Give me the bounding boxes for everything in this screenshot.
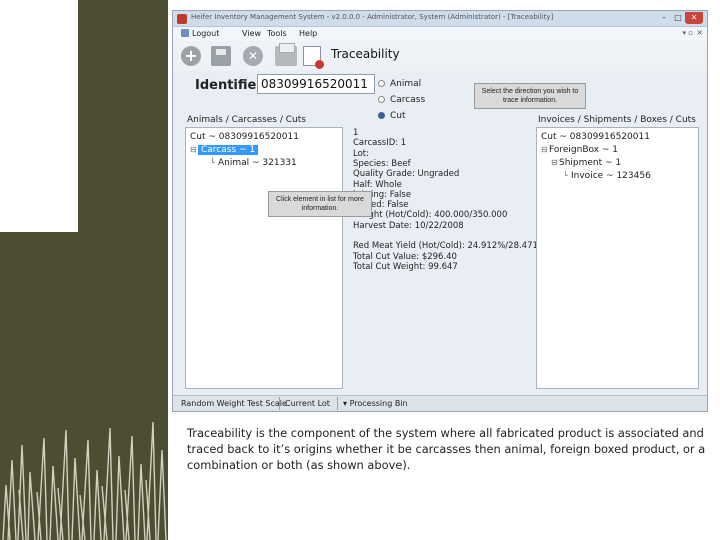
invoices-tree[interactable]: Cut ~ 08309916520011 ⊟ForeignBox ~ 1 ⊟Sh… (536, 127, 699, 389)
status-current-lot[interactable]: Current Lot (285, 399, 330, 408)
tree-branch-icon: └ (563, 171, 568, 180)
status-processing-bin-label: Processing Bin (349, 399, 408, 408)
close-window-button[interactable]: ✕ (685, 12, 703, 24)
page-title: Traceability (331, 47, 400, 61)
detail-line: Half: Whole (353, 179, 402, 190)
direction-option-label: Carcass (390, 95, 426, 105)
app-logo-icon (177, 14, 187, 24)
tree-item-animal[interactable]: └ Animal ~ 321331 (210, 157, 297, 169)
direction-radio-cut[interactable]: Cut (378, 111, 406, 121)
tree-item-shipment[interactable]: ⊟Shipment ~ 1 (551, 157, 621, 169)
tree-item-label: Invoice ~ 123456 (571, 171, 651, 181)
detail-line: 1 (353, 128, 359, 138)
direction-radio-animal[interactable]: Animal (378, 79, 421, 89)
radio-unchecked-icon (378, 80, 385, 87)
logout-icon (181, 29, 189, 37)
maximize-button[interactable]: □ (671, 12, 685, 24)
mdi-close-button[interactable]: × (696, 28, 703, 37)
tree-item-label-selected: Carcass ~ 1 (198, 145, 259, 155)
menu-logout-label: Logout (192, 29, 220, 38)
window-titlebar: Heifer Inventory Management System - v2.… (173, 11, 707, 27)
invoices-pane-label: Invoices / Shipments / Boxes / Cuts (538, 115, 696, 125)
detail-line: Weight (Hot/Cold): 400.000/350.000 (353, 210, 508, 221)
click-element-callout: Click element in list for more informati… (268, 191, 372, 217)
status-processing-bin[interactable]: ▾ Processing Bin (343, 399, 408, 408)
window-title: Heifer Inventory Management System - v2.… (191, 13, 554, 21)
tree-item-cut[interactable]: Cut ~ 08309916520011 (541, 131, 650, 143)
tree-item-foreignbox[interactable]: ⊟ForeignBox ~ 1 (541, 144, 618, 156)
mdi-window-menu[interactable]: ▾ ▫ (683, 29, 693, 37)
direction-option-label: Cut (390, 111, 406, 121)
detail-line: Total Cut Weight: 99.647 (353, 261, 458, 272)
save-icon[interactable] (211, 46, 231, 66)
tree-item-label: Cut ~ 08309916520011 (541, 132, 650, 142)
tree-item-label: Animal ~ 321331 (218, 158, 297, 168)
detail-line: CarcassID: 1 (353, 138, 407, 149)
detail-line: Red Meat Yield (Hot/Cold): 24.912%/28.47… (353, 241, 546, 252)
radio-unchecked-icon (378, 96, 385, 103)
delete-icon[interactable]: ✕ (243, 46, 263, 66)
collapse-icon[interactable]: ⊟ (551, 157, 558, 169)
detail-line: Quality Grade: Ungraded (353, 169, 460, 180)
animals-pane-label: Animals / Carcasses / Cuts (187, 115, 306, 125)
direction-option-label: Animal (390, 79, 422, 89)
slide-caption: Traceability is the component of the sys… (187, 426, 706, 472)
tree-item-cut[interactable]: Cut ~ 08309916520011 (190, 131, 299, 143)
tree-branch-icon: └ (210, 158, 215, 167)
app-window: Heifer Inventory Management System - v2.… (172, 10, 708, 412)
add-icon[interactable]: + (181, 46, 201, 66)
traceability-icon[interactable] (303, 46, 324, 69)
print-icon[interactable] (275, 43, 297, 66)
tree-item-label: Cut ~ 08309916520011 (190, 132, 299, 142)
tree-item-invoice[interactable]: └ Invoice ~ 123456 (563, 170, 651, 182)
menu-view[interactable]: View (242, 29, 261, 38)
menu-bar: Logout View Tools Help ▾ ▫ × (173, 27, 707, 41)
tree-item-label: ForeignBox ~ 1 (549, 145, 619, 155)
detail-line: Total Cut Value: $296.40 (353, 251, 457, 262)
grass-illustration (2, 421, 167, 540)
tree-item-label: Shipment ~ 1 (559, 158, 622, 168)
menu-logout[interactable]: Logout (181, 29, 219, 38)
tree-item-carcass[interactable]: ⊟ Carcass ~ 1 (190, 144, 259, 156)
minimize-button[interactable]: – (657, 12, 671, 24)
slide-side-band: TRACEABILITY (0, 0, 168, 540)
direction-radio-carcass[interactable]: Carcass (378, 95, 425, 105)
status-divider (337, 397, 338, 410)
slide-title-rest: RACEABILITY (93, 124, 168, 157)
animals-tree[interactable]: Cut ~ 08309916520011 ⊟ Carcass ~ 1 └ Anima… (185, 127, 343, 389)
menu-help[interactable]: Help (299, 29, 317, 38)
collapse-icon[interactable]: ⊟ (541, 144, 548, 156)
status-scale[interactable]: Random Weight Test Scale (181, 399, 287, 408)
details-panel: 1 CarcassID: 1 Lot: Species: Beef Quality Gr… (345, 127, 546, 389)
detail-line: Lot: (353, 148, 369, 159)
collapse-icon[interactable]: ⊟ (190, 144, 197, 156)
radio-checked-icon (378, 112, 385, 119)
detail-line: Harvest Date: 10/22/2008 (353, 220, 464, 231)
detail-line: Species: Beef (353, 158, 411, 169)
status-divider (279, 397, 280, 410)
identifier-input[interactable] (257, 74, 375, 94)
menu-tools[interactable]: Tools (267, 29, 287, 38)
direction-callout: Select the direction you wish to trace i… (474, 83, 586, 109)
slide-title: TRACEABILITY (0, 0, 168, 232)
status-bar: Random Weight Test Scale Current Lot ▾ P… (173, 395, 707, 411)
toolbar: + ✕ Traceability (173, 41, 707, 71)
